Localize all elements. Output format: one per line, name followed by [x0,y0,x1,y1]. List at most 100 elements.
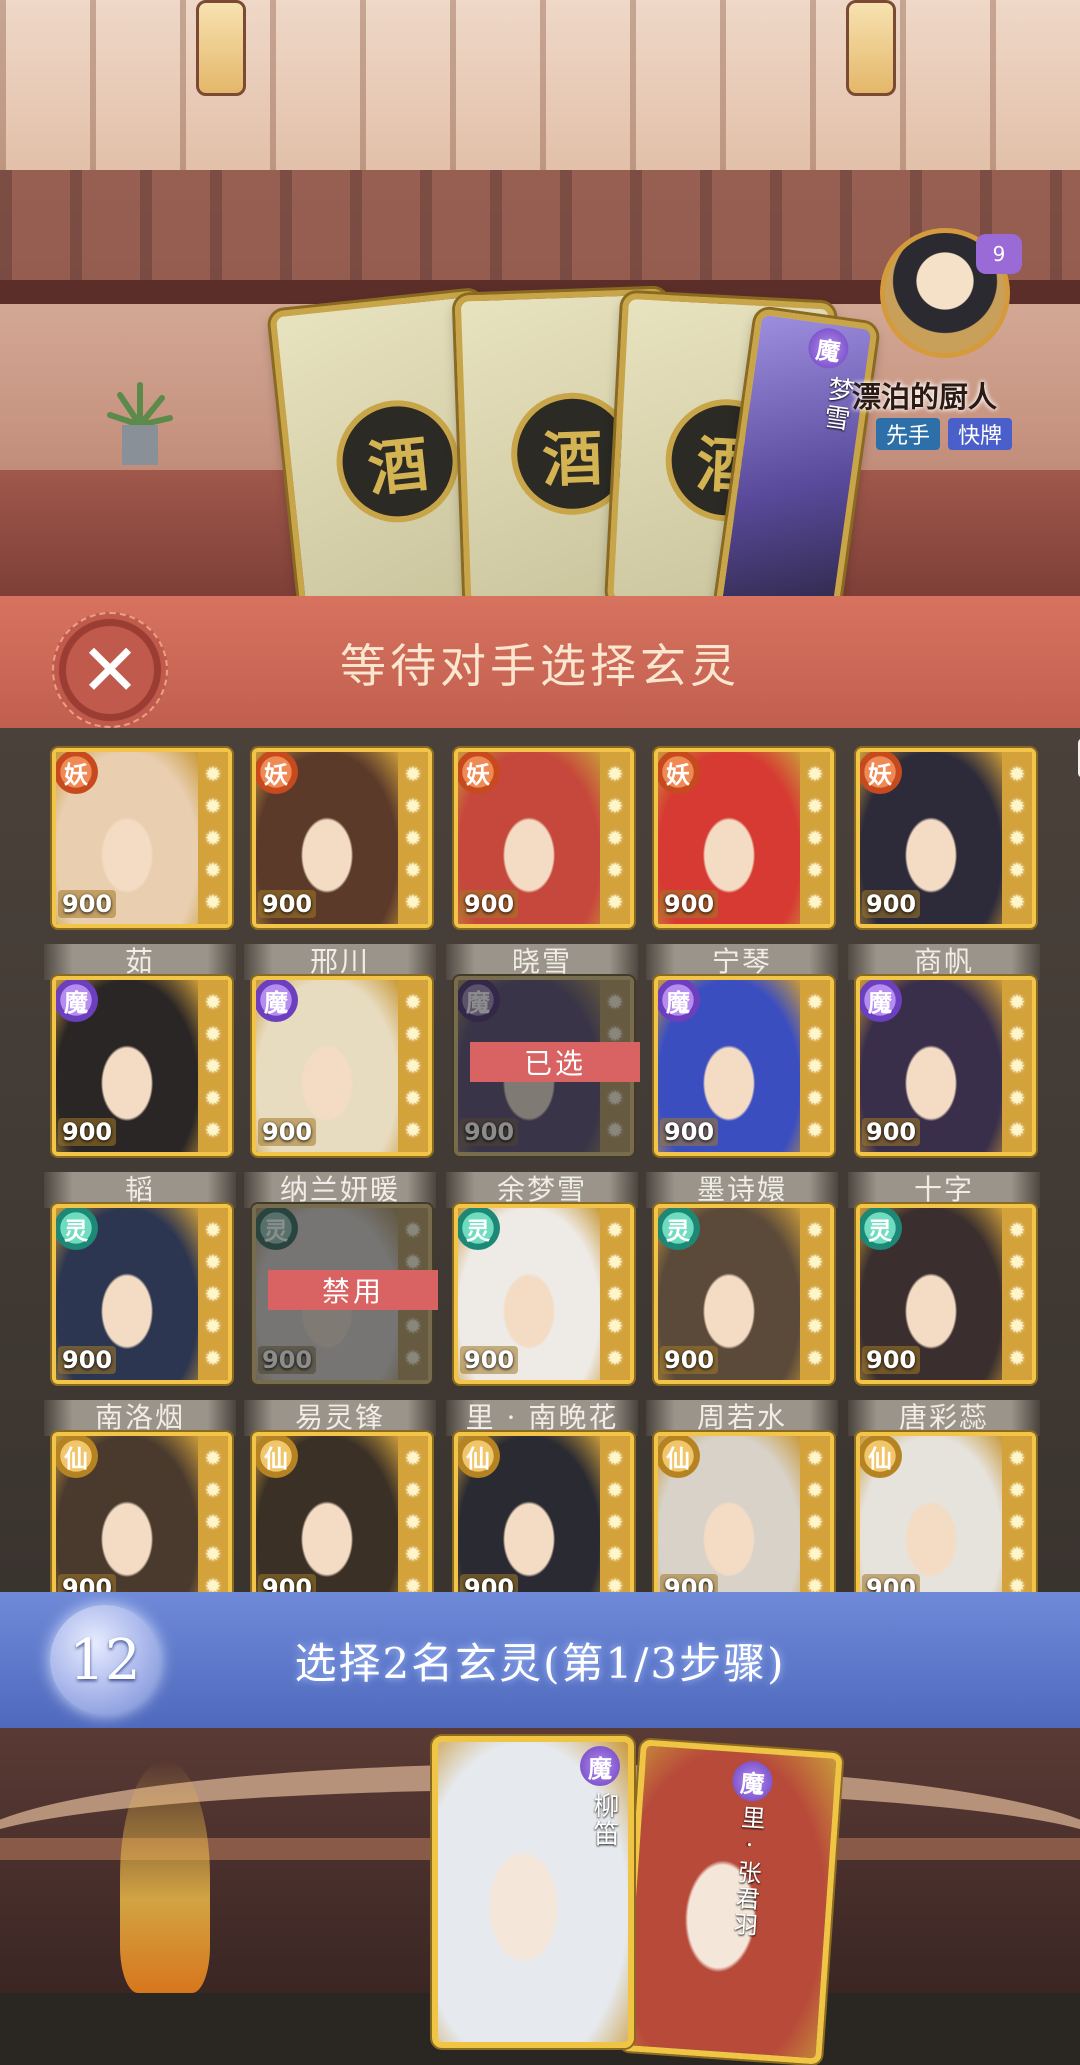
character-card[interactable]: ✹ ✹ ✹ ✹ ✹ 仙 900 [252,1432,432,1592]
character-card-slot[interactable]: ✹✹✹✹✹灵900禁用易灵锋 [244,1204,438,1436]
card-cost: 900 [58,1346,117,1374]
card-cost: 900 [660,1118,719,1146]
star-icon: ✹ [404,1022,422,1046]
star-icon: ✹ [404,1478,422,1502]
player-selected-card[interactable]: 魔 柳笛 [432,1736,634,2048]
character-card-slot[interactable]: ✹ ✹ ✹ ✹ ✹ 仙 900 [856,1432,1036,1592]
character-name-label: 易灵锋 [244,1400,436,1436]
star-rating: ✹ ✹ ✹ ✹ ✹ [198,1208,228,1380]
card-cost: 900 [862,890,921,918]
character-card[interactable]: ✹ ✹ ✹ ✹ ✹ 魔 900 [252,976,432,1156]
star-icon: ✹ [806,1218,824,1242]
star-icon: ✹ [806,890,824,914]
star-icon: ✹ [1008,1542,1026,1566]
character-card-slot[interactable]: ✹ ✹ ✹ ✹ ✹ 魔 900 十字 [848,976,1040,1208]
star-rating: ✹ ✹ ✹ ✹ ✹ [1002,1208,1032,1380]
character-card[interactable]: ✹ ✹ ✹ ✹ ✹ 仙 900 [52,1432,232,1592]
character-card-slot[interactable]: ✹ ✹ ✹ ✹ ✹ 仙 900 [454,1432,634,1592]
star-icon: ✹ [806,1510,824,1534]
character-card[interactable]: ✹ ✹ ✹ ✹ ✹ 魔 900 [856,976,1036,1156]
star-icon: ✹ [204,1086,222,1110]
card-cost: 900 [862,1346,921,1374]
faction-badge: 魔 [56,980,98,1022]
character-card[interactable]: ✹ ✹ ✹ ✹ ✹ 妖 900 [252,748,432,928]
star-icon: ✹ [204,858,222,882]
star-icon: ✹ [606,990,624,1014]
star-icon: ✹ [1008,1282,1026,1306]
character-selection-grid[interactable]: ✹ ✹ ✹ ✹ ✹ 妖 900 茹 ✹ ✹ ✹ ✹ ✹ 妖 900 邢川 ✹ ✹ ✹ ✹ ✹ 妖 900 晓雪 ✹ ✹ ✹ ✹ ✹ 妖 90… [0,728,1080,1592]
star-icon: ✹ [806,1022,824,1046]
character-card-slot[interactable]: ✹ ✹ ✹ ✹ ✹ 魔 900 墨诗嬛 [646,976,838,1208]
star-icon: ✹ [204,1218,222,1242]
character-card[interactable]: ✹ ✹ ✹ ✹ ✹ 仙 900 [856,1432,1036,1592]
character-name-label: 周若水 [646,1400,838,1436]
star-icon: ✹ [204,1022,222,1046]
character-card-slot[interactable]: ✹ ✹ ✹ ✹ ✹ 魔 900 纳兰妍暖 [244,976,436,1208]
character-card-slot[interactable]: ✹ ✹ ✹ ✹ ✹ 妖 900 宁琴 [646,748,838,980]
character-card-slot[interactable]: ✹ ✹ ✹ ✹ ✹ 仙 900 [252,1432,432,1592]
star-icon: ✹ [606,1022,624,1046]
character-name-label: 南洛烟 [44,1400,236,1436]
star-icon: ✹ [606,826,624,850]
character-card-slot[interactable]: ✹ ✹ ✹ ✹ ✹ 妖 900 邢川 [244,748,436,980]
star-icon: ✹ [204,1346,222,1370]
character-card[interactable]: ✹ ✹ ✹ ✹ ✹ 灵 900 [454,1204,634,1384]
star-icon: ✹ [606,1510,624,1534]
faction-badge: 妖 [458,752,500,794]
star-icon: ✹ [606,1574,624,1592]
character-card[interactable]: ✹ ✹ ✹ ✹ ✹ 妖 900 [654,748,834,928]
opponent-tag-fast-deck: 快牌 [948,418,1013,450]
star-icon: ✹ [606,1118,624,1142]
faction-badge-mo: 魔 [580,1746,620,1786]
star-icon: ✹ [404,762,422,786]
character-name-label: 墨诗嬛 [646,1172,838,1208]
star-icon: ✹ [806,1086,824,1110]
character-card[interactable]: ✹ ✹ ✹ ✹ ✹ 妖 900 [52,748,232,928]
star-icon: ✹ [606,794,624,818]
character-card-slot[interactable]: ✹ ✹ ✹ ✹ ✹ 魔 900 韬 [44,976,236,1208]
character-card[interactable]: ✹ ✹ ✹ ✹ ✹ 魔 900 [654,976,834,1156]
star-rating: ✹ ✹ ✹ ✹ ✹ [1002,752,1032,924]
character-card-slot[interactable]: ✹ ✹ ✹ ✹ ✹ 妖 900 晓雪 [446,748,638,980]
star-rating: ✹ ✹ ✹ ✹ ✹ [600,1208,630,1380]
star-icon: ✹ [1008,1478,1026,1502]
star-icon: ✹ [606,858,624,882]
character-card[interactable]: ✹ ✹ ✹ ✹ ✹ 灵 900 [856,1204,1036,1384]
character-card-slot[interactable]: ✹ ✹ ✹ ✹ ✹ 妖 900 商帆 [848,748,1040,980]
star-icon: ✹ [606,1086,624,1110]
star-icon: ✹ [204,1314,222,1338]
star-rating: ✹ ✹ ✹ ✹ ✹ [800,1436,830,1592]
star-icon: ✹ [1008,1510,1026,1534]
character-card-slot[interactable]: ✹ ✹ ✹ ✹ ✹ 仙 900 [654,1432,834,1592]
character-name-label: 十字 [848,1172,1040,1208]
star-icon: ✹ [1008,1574,1026,1592]
character-card[interactable]: ✹ ✹ ✹ ✹ ✹ 灵 900 [654,1204,834,1384]
star-rating: ✹ ✹ ✹ ✹ ✹ [600,1436,630,1592]
star-icon: ✹ [1008,1346,1026,1370]
character-card-slot[interactable]: ✹ ✹ ✹ ✹ ✹ 仙 900 [52,1432,232,1592]
character-card[interactable]: ✹ ✹ ✹ ✹ ✹ 仙 900 [454,1432,634,1592]
character-card[interactable]: ✹ ✹ ✹ ✹ ✹ 妖 900 [856,748,1036,928]
star-icon: ✹ [806,1478,824,1502]
star-icon: ✹ [404,1446,422,1470]
faction-badge: 仙 [658,1436,700,1478]
character-card[interactable]: ✹ ✹ ✹ ✹ ✹ 魔 900 [52,976,232,1156]
character-card-slot[interactable]: ✹ ✹ ✹ ✹ ✹ 灵 900 里 · 南晚花 [446,1204,638,1436]
star-icon: ✹ [606,1346,624,1370]
star-icon: ✹ [606,762,624,786]
character-card[interactable]: ✹ ✹ ✹ ✹ ✹ 灵 900 [52,1204,232,1384]
faction-badge: 妖 [658,752,700,794]
character-card-slot[interactable]: ✹✹✹✹✹魔900已选余梦雪 [446,976,640,1208]
character-card-slot[interactable]: ✹ ✹ ✹ ✹ ✹ 灵 900 南洛烟 [44,1204,236,1436]
star-icon: ✹ [1008,1446,1026,1470]
star-icon: ✹ [1008,1054,1026,1078]
character-card[interactable]: ✹ ✹ ✹ ✹ ✹ 仙 900 [654,1432,834,1592]
character-card-slot[interactable]: ✹ ✹ ✹ ✹ ✹ 灵 900 周若水 [646,1204,838,1436]
star-icon: ✹ [806,1054,824,1078]
player-selected-card[interactable]: 魔 里 · 张君羽 [619,1739,843,2065]
character-card-slot[interactable]: ✹ ✹ ✹ ✹ ✹ 灵 900 唐彩蕊 [848,1204,1040,1436]
character-card-slot[interactable]: ✹ ✹ ✹ ✹ ✹ 妖 900 茹 [44,748,236,980]
star-rating: ✹ ✹ ✹ ✹ ✹ [198,980,228,1152]
character-card[interactable]: ✹ ✹ ✹ ✹ ✹ 妖 900 [454,748,634,928]
faction-badge: 灵 [458,1208,500,1250]
